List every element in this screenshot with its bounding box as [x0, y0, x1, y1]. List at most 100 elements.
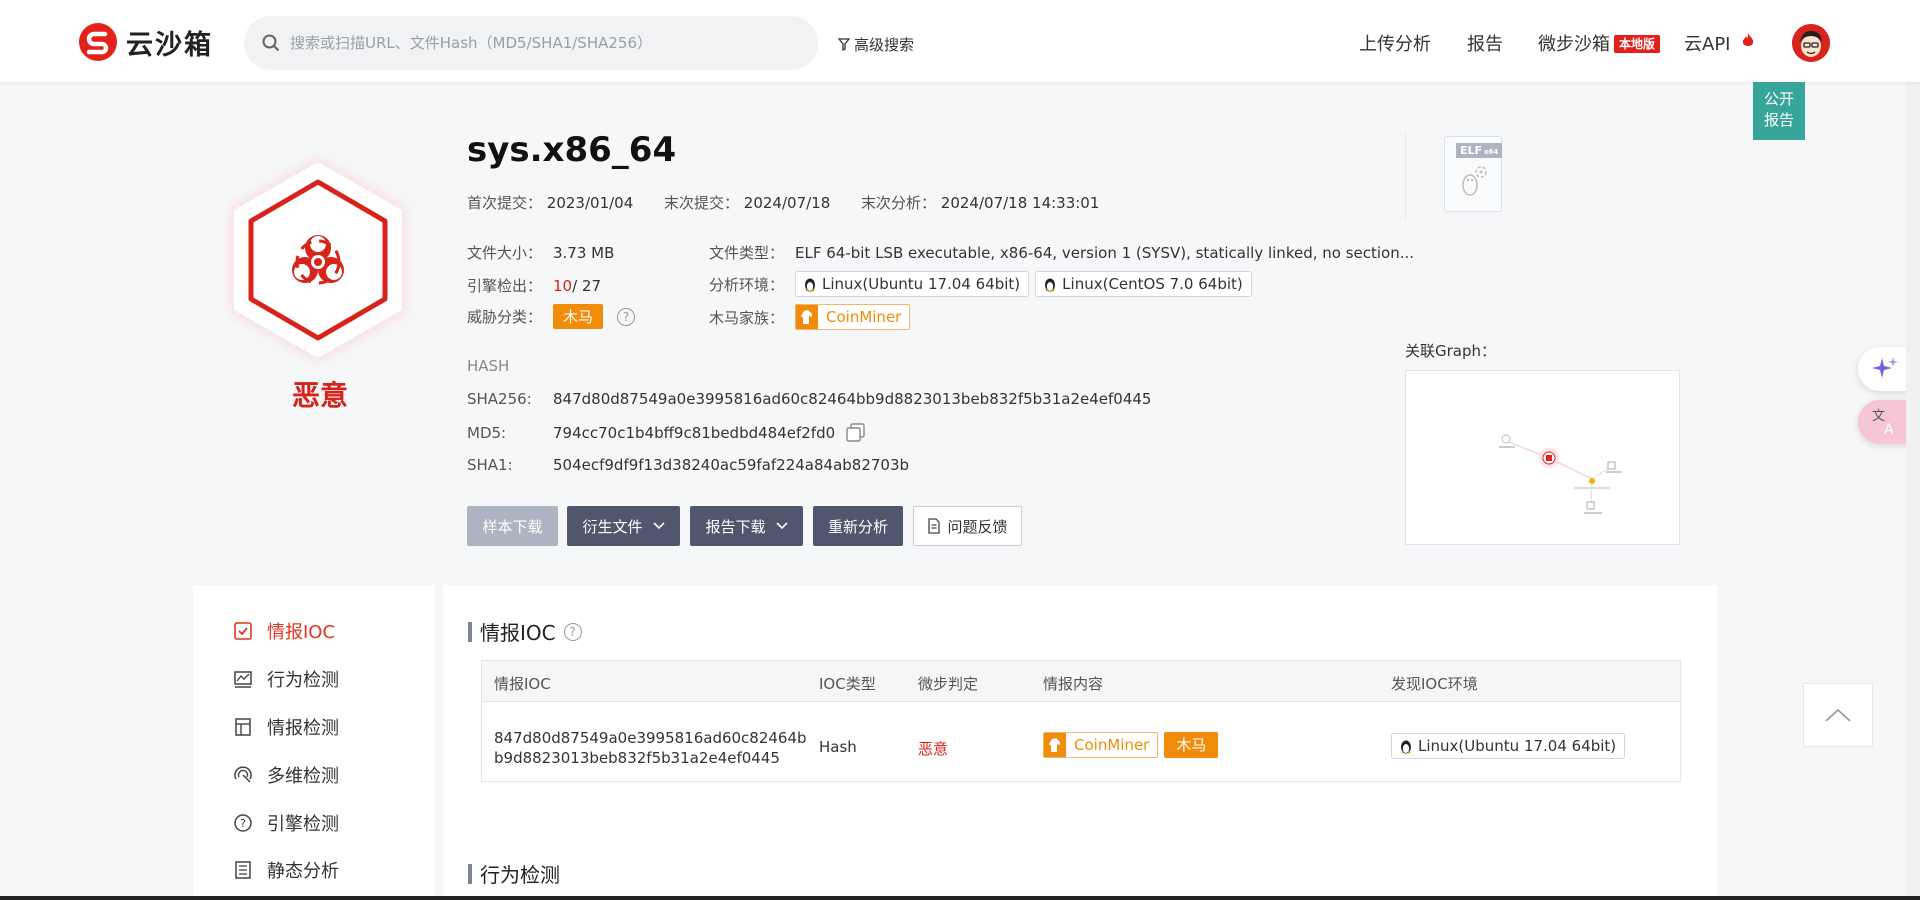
ioc-env: Linux(Ubuntu 17.04 64bit) [1391, 733, 1626, 759]
family-tag[interactable]: CoinMiner [1043, 732, 1159, 758]
top-header: 云沙箱 高级搜索 上传分析 报告 微步沙箱本地版 云API [0, 0, 1920, 82]
elf-file-icon: ELF x64 [1444, 136, 1503, 212]
family-tag[interactable]: CoinMiner [795, 304, 911, 330]
reanalyze-button[interactable]: 重新分析 [813, 506, 903, 546]
scroll-to-top-button[interactable] [1803, 683, 1873, 747]
sidebar-item-multi[interactable]: 多维检测 [233, 762, 339, 788]
ioc-check-icon [234, 622, 252, 640]
translate-icon: 文 A [1872, 409, 1894, 438]
biohazard-hexagon-icon [230, 158, 406, 362]
sample-download-button[interactable]: 样本下载 [467, 506, 558, 546]
logo-text: 云沙箱 [126, 29, 213, 61]
env-tag-ubuntu-label: Linux(Ubuntu 17.04 64bit) [1418, 737, 1617, 755]
sha1-label: SHA1: [467, 456, 513, 474]
file-name: sys.x86_64 [467, 130, 677, 170]
ioc-value-line2: b9d8823013beb832f5b31a2e4ef0445 [494, 749, 780, 767]
sha256-value[interactable]: 847d80d87549a0e3995816ad60c82464bb9d8823… [553, 390, 1151, 408]
engine-icon: ? [234, 814, 252, 832]
nav-api[interactable]: 云API [1684, 30, 1754, 56]
elf-badge-suffix: x64 [1484, 148, 1499, 156]
public-report-button[interactable]: 公开 报告 [1753, 82, 1805, 140]
family-tag-label: CoinMiner [1074, 736, 1150, 754]
logo[interactable]: 云沙箱 [78, 22, 213, 62]
nav-report[interactable]: 报告 [1467, 30, 1503, 56]
search-input[interactable] [290, 34, 790, 52]
nav-upload[interactable]: 上传分析 [1359, 30, 1431, 56]
first-submit: 首次提交： 2023/01/04 [467, 192, 633, 213]
md5-value[interactable]: 794cc70c1b4bff9c81bedbd484ef2fd0 [553, 424, 835, 442]
report-download-label: 报告下载 [705, 517, 766, 536]
linux-penguin-icon [1401, 740, 1411, 754]
sidebar-item-label: 静态分析 [267, 861, 339, 882]
file-type-value: ELF 64-bit LSB executable, x86-64, versi… [795, 243, 1415, 262]
file-type-label: 文件类型： [709, 244, 785, 262]
advanced-search-link[interactable]: 高级搜索 [838, 34, 914, 55]
sidebar-item-behavior[interactable]: 行为检测 [233, 666, 339, 692]
sparkle-icon [1872, 357, 1898, 378]
sidebar-item-static[interactable]: 静态分析 [233, 857, 339, 883]
sha1-value[interactable]: 504ecf9df9f13d38240ac59faf224a84ab82703b [553, 456, 909, 474]
nav-sandbox-label: 微步沙箱 [1538, 34, 1610, 55]
verdict-hexagon [218, 150, 418, 370]
linux-gear-icon [1462, 166, 1487, 196]
engine-label: 引擎检出： [467, 277, 543, 295]
copy-icon[interactable] [845, 422, 867, 444]
avatar-face-icon [1792, 24, 1830, 62]
env-tag-centos-label: Linux(CentOS 7.0 64bit) [1062, 275, 1243, 293]
help-icon[interactable]: ? [563, 622, 582, 641]
last-submit: 末次提交： 2024/07/18 [664, 192, 830, 213]
behavior-section-title: 行为检测 [468, 859, 560, 888]
last-analysis-label: 末次分析： [861, 194, 937, 212]
title-bar [468, 863, 472, 884]
logo-s-icon [79, 23, 117, 61]
help-icon[interactable]: ? [617, 307, 636, 326]
engine-total: / 27 [572, 276, 602, 295]
file-type: 文件类型： ELF 64-bit LSB executable, x86-64,… [709, 242, 1414, 263]
relation-graph[interactable] [1405, 370, 1680, 545]
linux-penguin-icon [1045, 278, 1056, 292]
file-size-value: 3.73 MB [553, 243, 615, 262]
ioc-value-line1: 847d80d87549a0e3995816ad60c82464b [494, 729, 807, 747]
env-tag-ubuntu[interactable]: Linux(Ubuntu 17.04 64bit) [1391, 733, 1626, 759]
trojan-family: 木马家族： CoinMiner [709, 304, 911, 330]
sidebar-item-intel[interactable]: 情报检测 [233, 714, 339, 740]
engine-hits: 10 [553, 276, 573, 295]
engine-detection: 引擎检出： 10 / 27 [467, 275, 601, 296]
feedback-button[interactable]: 问题反馈 [913, 506, 1022, 546]
threat-tag[interactable]: 木马 [553, 304, 604, 329]
sidebar-item-engine[interactable]: ? 引擎检测 [233, 810, 339, 836]
column-header: 微步判定 [918, 675, 979, 693]
chevron-down-icon [775, 522, 788, 530]
user-avatar[interactable] [1792, 24, 1830, 62]
threat-tag[interactable]: 木马 [1164, 732, 1219, 758]
divider [1405, 132, 1406, 220]
search-icon [262, 34, 280, 52]
sidebar-item-label: 多维检测 [267, 766, 339, 787]
fire-icon [1743, 33, 1754, 46]
svg-text:A: A [1884, 422, 1894, 438]
file-size-label: 文件大小： [467, 244, 543, 262]
ioc-section-title-text: 情报IOC [480, 621, 556, 645]
behavior-section-title-text: 行为检测 [480, 863, 560, 887]
search-bar[interactable] [244, 16, 818, 70]
derived-files-button[interactable]: 衍生文件 [567, 506, 680, 546]
sidebar-item-ioc[interactable]: 情报IOC [233, 618, 335, 644]
relation-graph-diagram [1499, 434, 1622, 514]
ioc-section-title: 情报IOC ? [468, 617, 582, 646]
svg-text:?: ? [240, 817, 246, 830]
env-tag-ubuntu[interactable]: Linux(Ubuntu 17.04 64bit) [795, 271, 1030, 297]
ioc-value[interactable]: 847d80d87549a0e3995816ad60c82464b b9d882… [494, 728, 807, 768]
nav-sandbox[interactable]: 微步沙箱 本地版 [1538, 30, 1661, 56]
ioc-intel-tags: CoinMiner 木马 [1043, 732, 1219, 758]
md5-label: MD5: [467, 424, 507, 442]
column-header: IOC类型 [819, 675, 876, 693]
env-tag-centos[interactable]: Linux(CentOS 7.0 64bit) [1035, 271, 1252, 297]
list-doc-icon [235, 861, 251, 879]
ioc-table-header: 情报IOC IOC类型 微步判定 情报内容 发现IOC环境 [482, 661, 1680, 702]
document-icon [928, 518, 941, 534]
report-download-button[interactable]: 报告下载 [690, 506, 803, 546]
threat-category: 威胁分类： 木马 ? [467, 304, 636, 329]
sha256-label: SHA256: [467, 390, 532, 408]
elf-badge: ELF x64 [1456, 143, 1503, 158]
page-scrollbar[interactable] [1906, 0, 1920, 900]
